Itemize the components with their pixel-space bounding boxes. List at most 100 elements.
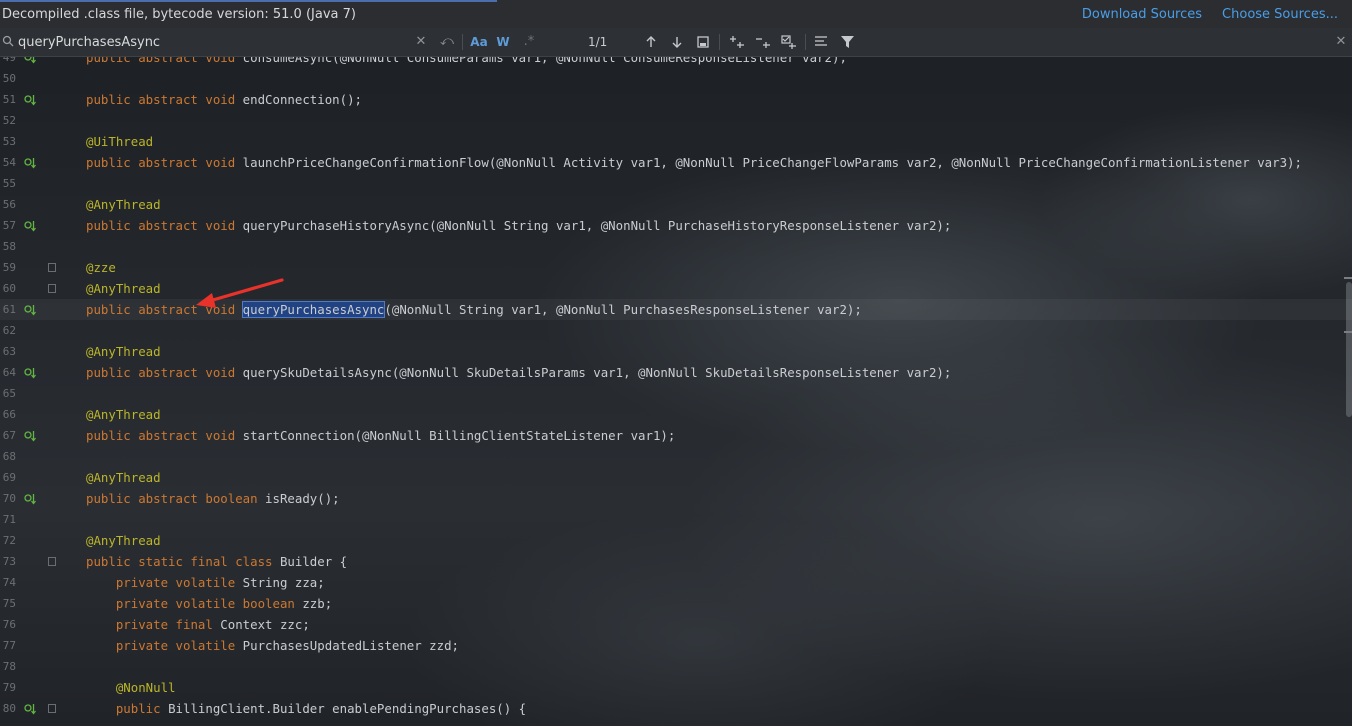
fold-marker-icon[interactable]	[48, 704, 56, 713]
implemented-method-icon[interactable]	[24, 94, 36, 106]
code-token: (@NonNull String var1, @NonNull Purchase…	[384, 302, 862, 317]
code-line[interactable]: public abstract void startConnection(@No…	[86, 425, 675, 446]
fold-marker-icon[interactable]	[48, 557, 56, 566]
implemented-method-icon[interactable]	[24, 57, 36, 64]
code-token: public abstract void	[86, 57, 243, 65]
words-icon[interactable]: W	[495, 32, 511, 52]
implemented-method-icon[interactable]	[24, 157, 36, 169]
gutter-line: 71	[0, 509, 70, 530]
toggle-filter-icon[interactable]	[813, 32, 829, 52]
code-line[interactable]: public abstract void queryPurchaseHistor…	[86, 215, 951, 236]
gutter-line: 74	[0, 572, 70, 593]
gutter-line: 60	[0, 278, 70, 299]
select-all-occurrences-icon[interactable]	[780, 32, 798, 52]
fold-marker-icon[interactable]	[48, 284, 56, 293]
gutter-line: 76	[0, 614, 70, 635]
line-number: 50	[2, 72, 16, 85]
clear-icon[interactable]: ✕	[414, 32, 428, 52]
implemented-method-icon[interactable]	[24, 367, 36, 379]
code-line[interactable]: public static final class Builder {	[86, 551, 347, 572]
implemented-method-icon[interactable]	[24, 220, 36, 232]
line-number: 79	[2, 681, 16, 694]
code-line[interactable]: @AnyThread	[86, 278, 161, 299]
code-line[interactable]: public BillingClient.Builder enablePendi…	[86, 698, 526, 719]
line-number: 64	[2, 366, 16, 379]
gutter-line: 50	[0, 68, 70, 89]
code-line[interactable]: public abstract void endConnection();	[86, 89, 362, 110]
gutter-line: 69	[0, 467, 70, 488]
gutter-line: 79	[0, 677, 70, 698]
code-line[interactable]: @NonNull	[86, 677, 176, 698]
code-token: private volatile	[115, 638, 243, 653]
code-token: public static final class	[86, 554, 280, 569]
search-input[interactable]	[18, 32, 408, 52]
code-line[interactable]: private volatile PurchasesUpdatedListene…	[86, 635, 459, 656]
code-token: launchPriceChangeConfirmationFlow(@NonNu…	[242, 155, 1302, 170]
code-token: @AnyThread	[86, 470, 161, 485]
gutter-line: 78	[0, 656, 70, 677]
code-token: startConnection(@NonNull BillingClientSt…	[242, 428, 676, 443]
history-icon[interactable]: ⤺	[439, 32, 455, 52]
gutter-line: 75	[0, 593, 70, 614]
prev-occurrence-icon[interactable]	[644, 32, 658, 52]
close-icon[interactable]: ✕	[1334, 32, 1348, 52]
gutter-line: 49	[0, 57, 70, 68]
code-line[interactable]: public abstract boolean isReady();	[86, 488, 340, 509]
next-occurrence-icon[interactable]	[670, 32, 684, 52]
line-number: 75	[2, 597, 16, 610]
line-number: 49	[2, 57, 16, 64]
choose-sources-link[interactable]: Choose Sources...	[1222, 7, 1338, 22]
fold-marker-icon[interactable]	[48, 263, 56, 272]
code-token: isReady();	[265, 491, 340, 506]
gutter-line: 53	[0, 131, 70, 152]
code-token: @zze	[86, 260, 116, 275]
code-line[interactable]: @UiThread	[86, 131, 153, 152]
match-case-icon[interactable]: Aa	[469, 32, 489, 52]
implemented-method-icon[interactable]	[24, 304, 36, 316]
banner-links: Download Sources Choose Sources...	[1082, 0, 1338, 28]
add-occurrence-icon[interactable]	[728, 32, 746, 52]
code-line[interactable]: private volatile String zza;	[86, 572, 325, 593]
gutter-line: 68	[0, 446, 70, 467]
code-token: Builder {	[279, 554, 348, 569]
line-number: 57	[2, 219, 16, 232]
code-line[interactable]: public abstract void querySkuDetailsAsyn…	[86, 362, 951, 383]
code-token: public abstract void	[86, 218, 243, 233]
implemented-method-icon[interactable]	[24, 703, 36, 715]
code-line[interactable]: private final Context zzc;	[86, 614, 310, 635]
gutter-line: 61	[0, 299, 70, 320]
line-number: 72	[2, 534, 16, 547]
code-line[interactable]: public abstract void launchPriceChangeCo…	[86, 152, 1302, 173]
download-sources-link[interactable]: Download Sources	[1082, 7, 1202, 22]
code-line[interactable]: @AnyThread	[86, 194, 161, 215]
code-token: @AnyThread	[86, 344, 161, 359]
implemented-method-icon[interactable]	[24, 430, 36, 442]
code-editor[interactable]: 49 public abstract void consumeAsync(@Non…	[0, 57, 1352, 726]
code-token: @AnyThread	[86, 197, 161, 212]
find-bar: ✕ ⤺ Aa W .* 1/1	[0, 28, 1352, 57]
implemented-method-icon[interactable]	[24, 493, 36, 505]
regex-icon[interactable]: .*	[521, 32, 537, 52]
line-number: 65	[2, 387, 16, 400]
select-in-editor-icon[interactable]	[695, 32, 711, 52]
line-number: 55	[2, 177, 16, 190]
filter-icon[interactable]	[839, 32, 857, 52]
code-line[interactable]: @AnyThread	[86, 341, 161, 362]
code-token: queryPurchaseHistoryAsync(@NonNull Strin…	[242, 218, 952, 233]
search-icon[interactable]	[2, 35, 14, 47]
gutter-line: 54	[0, 152, 70, 173]
code-line[interactable]: @AnyThread	[86, 404, 161, 425]
gutter-line: 72	[0, 530, 70, 551]
code-line[interactable]: @AnyThread	[86, 530, 161, 551]
match-count: 1/1	[588, 35, 608, 49]
code-token: zzb;	[302, 596, 333, 611]
remove-occurrence-icon[interactable]	[754, 32, 772, 52]
code-line[interactable]: @AnyThread	[86, 467, 161, 488]
code-line[interactable]: private volatile boolean zzb;	[86, 593, 332, 614]
line-number: 69	[2, 471, 16, 484]
code-line[interactable]: public abstract void consumeAsync(@NonNu…	[86, 57, 847, 68]
line-number: 70	[2, 492, 16, 505]
code-line[interactable]: @zze	[86, 257, 116, 278]
